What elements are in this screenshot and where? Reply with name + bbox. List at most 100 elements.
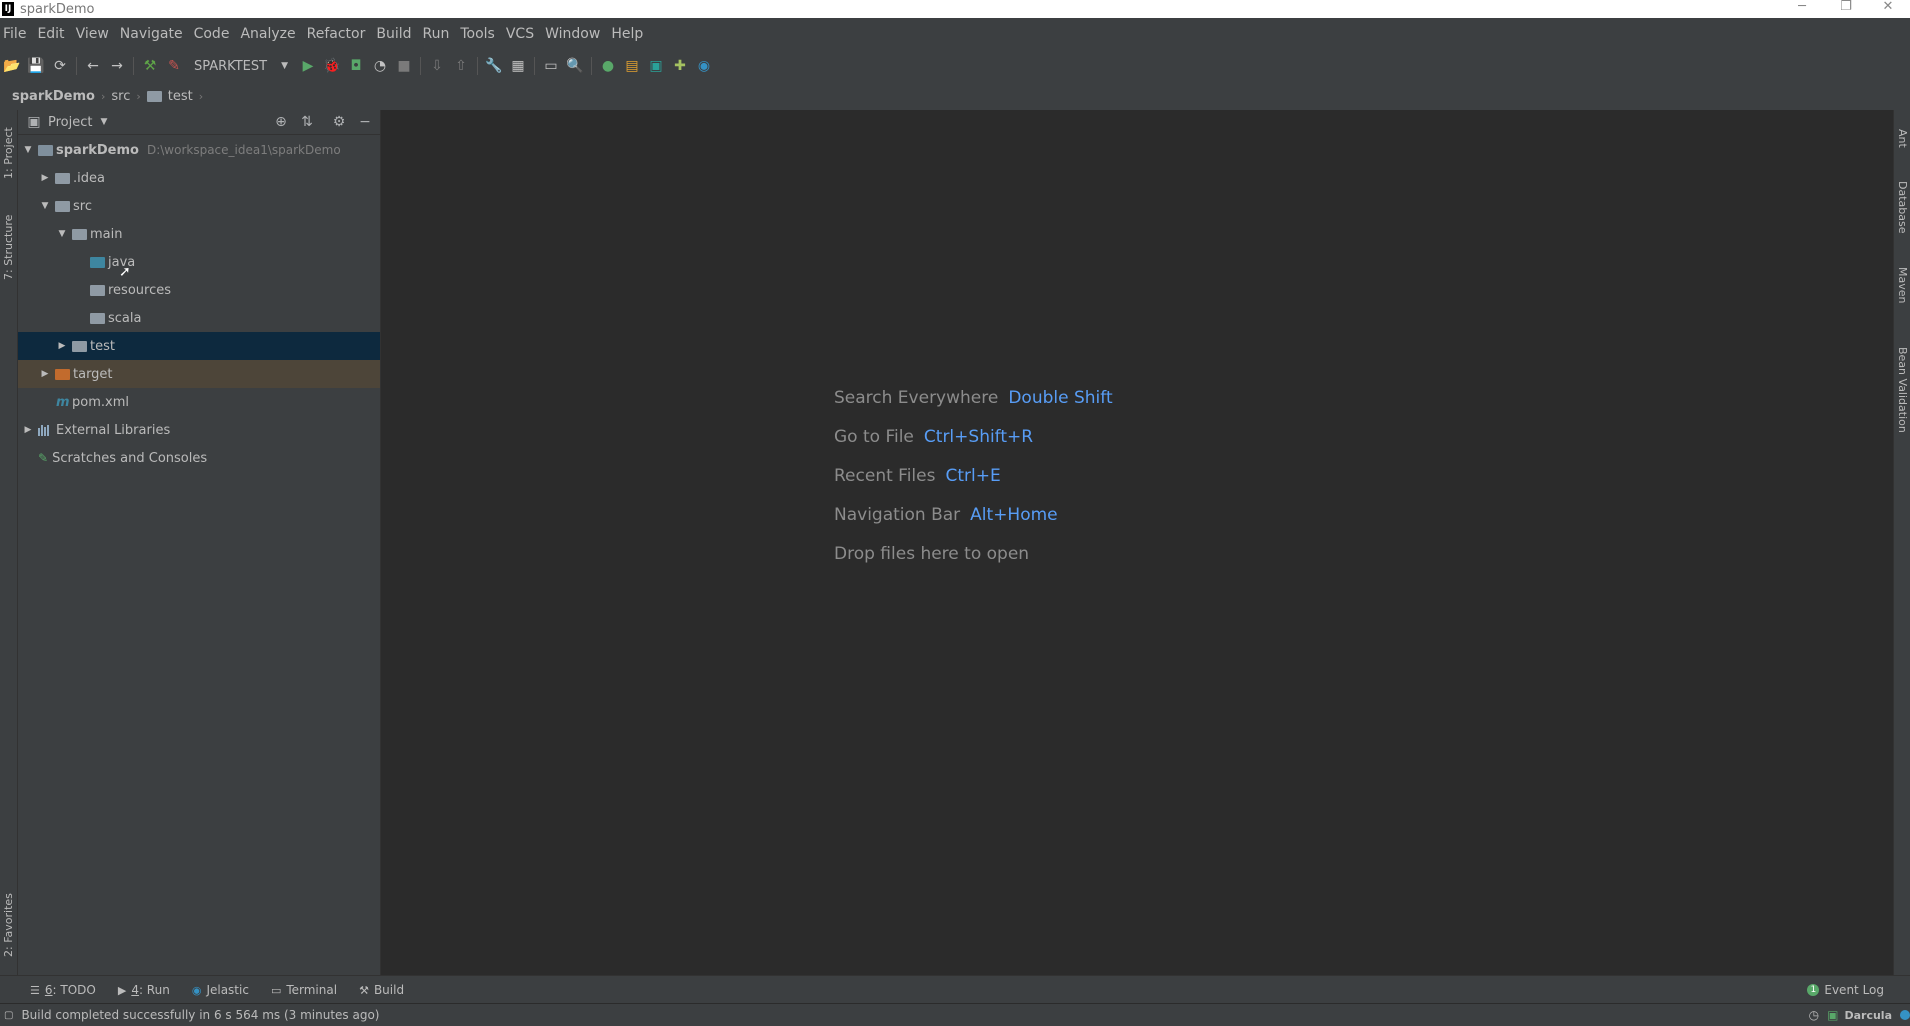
- breadcrumb-test[interactable]: test: [146, 89, 193, 104]
- menu-file[interactable]: File: [1, 26, 35, 42]
- tool-window-run[interactable]: ▶ 4: Run: [118, 983, 170, 997]
- menu-help[interactable]: Help: [610, 26, 652, 42]
- save-icon[interactable]: 💾: [24, 55, 48, 77]
- tool-window-terminal-label: Terminal: [286, 983, 338, 997]
- hint-go-to-file: Go to File Ctrl+Shift+R: [834, 417, 1113, 456]
- commit-icon[interactable]: ⇧: [449, 55, 473, 77]
- expanded-arrow-icon[interactable]: ▼: [22, 145, 34, 155]
- search-icon[interactable]: 🔍: [563, 55, 587, 77]
- collapse-all-icon[interactable]: ⇅: [299, 114, 315, 130]
- plugin-green-icon[interactable]: ●: [596, 55, 620, 77]
- edit-config-icon[interactable]: ✎: [162, 55, 186, 77]
- menu-code[interactable]: Code: [193, 26, 239, 42]
- update-project-icon[interactable]: ⇩: [425, 55, 449, 77]
- project-structure-icon[interactable]: ▦: [506, 55, 530, 77]
- tree-item-external-libraries-label: External Libraries: [56, 422, 171, 438]
- tab-favorites[interactable]: 2: Favorites: [0, 880, 17, 970]
- tree-item-scala[interactable]: scala: [18, 304, 380, 332]
- tree-item-pom[interactable]: m pom.xml: [18, 388, 380, 416]
- status-toggle-icon[interactable]: ▢: [4, 1010, 13, 1021]
- breadcrumb-project[interactable]: sparkDemo: [12, 89, 95, 104]
- tree-item-root[interactable]: ▼ sparkDemo D:\workspace_idea1\sparkDemo: [18, 136, 380, 164]
- open-folder-icon[interactable]: 📂: [0, 55, 24, 77]
- menu-bar: File Edit View Navigate Code Analyze Ref…: [0, 18, 1910, 50]
- back-icon[interactable]: ←: [81, 55, 105, 77]
- menu-run[interactable]: Run: [422, 26, 459, 42]
- menu-analyze[interactable]: Analyze: [239, 26, 304, 42]
- expanded-arrow-icon[interactable]: ▼: [39, 201, 51, 211]
- tool-window-event-log[interactable]: 1 Event Log: [1807, 983, 1884, 997]
- collapsed-arrow-icon[interactable]: ▶: [56, 341, 68, 351]
- tab-database-label: Database: [1896, 180, 1909, 234]
- clock-icon[interactable]: ◷: [1809, 1008, 1819, 1022]
- tree-item-idea[interactable]: ▶ .idea: [18, 164, 380, 192]
- tree-item-main[interactable]: ▼ main: [18, 220, 380, 248]
- menu-build[interactable]: Build: [375, 26, 420, 42]
- folder-icon: [90, 312, 105, 324]
- tool-window-todo[interactable]: ☰ 6: TODO: [30, 983, 96, 997]
- hint-label: Go to File: [834, 426, 914, 447]
- chevron-down-icon[interactable]: ▼: [100, 117, 107, 127]
- menu-refactor[interactable]: Refactor: [306, 26, 375, 42]
- tab-ant[interactable]: Ant: [1894, 116, 1910, 160]
- folder-icon: [72, 228, 87, 240]
- run-icon[interactable]: ▶: [296, 55, 320, 77]
- tree-item-external-libraries[interactable]: ▶ External Libraries: [18, 416, 380, 444]
- sync-icon[interactable]: ⟳: [48, 55, 72, 77]
- close-button[interactable]: ✕: [1866, 0, 1910, 18]
- restore-button[interactable]: ❐: [1824, 0, 1868, 18]
- tree-item-src[interactable]: ▼ src: [18, 192, 380, 220]
- tree-item-target[interactable]: ▶ target: [18, 360, 380, 388]
- puzzle-icon[interactable]: ✚: [668, 55, 692, 77]
- hide-panel-icon[interactable]: −: [357, 114, 373, 130]
- profile-icon[interactable]: ◔: [368, 55, 392, 77]
- jelastic-icon[interactable]: ◉: [692, 55, 716, 77]
- library-icon: [38, 424, 52, 436]
- tool-window-build[interactable]: ⚒ Build: [359, 983, 404, 997]
- terminal-window-icon[interactable]: ▭: [539, 55, 563, 77]
- gear-icon[interactable]: ⚙: [331, 114, 347, 130]
- stop-icon[interactable]: ■: [392, 55, 416, 77]
- plugin-grid-icon[interactable]: ▤: [620, 55, 644, 77]
- settings-wrench-icon[interactable]: 🔧: [482, 55, 506, 77]
- tab-maven[interactable]: Maven: [1894, 255, 1910, 315]
- tree-item-scratches[interactable]: ✎ Scratches and Consoles: [18, 444, 380, 472]
- menu-edit[interactable]: Edit: [36, 26, 73, 42]
- chevron-down-icon: ▼: [281, 61, 288, 71]
- tool-window-jelastic[interactable]: ◉ Jelastic: [192, 983, 249, 997]
- tab-database[interactable]: Database: [1894, 172, 1910, 242]
- tree-item-resources[interactable]: resources: [18, 276, 380, 304]
- plugin-teal-icon[interactable]: ▣: [644, 55, 668, 77]
- build-hammer-icon[interactable]: ⚒: [138, 55, 162, 77]
- menu-view[interactable]: View: [75, 26, 118, 42]
- tab-bean-validation[interactable]: Bean Validation: [1894, 332, 1910, 447]
- coverage-icon[interactable]: ◘: [344, 55, 368, 77]
- tool-window-terminal[interactable]: ▭ Terminal: [271, 983, 337, 997]
- editor-area[interactable]: Search Everywhere Double Shift Go to Fil…: [381, 110, 1893, 975]
- run-configuration-select[interactable]: SPARKTEST ▼: [186, 55, 296, 77]
- forward-icon[interactable]: →: [105, 55, 129, 77]
- toolbar-separator: [590, 57, 592, 75]
- collapsed-arrow-icon[interactable]: ▶: [39, 173, 51, 183]
- notification-icon[interactable]: [1900, 1010, 1910, 1020]
- collapsed-arrow-icon[interactable]: ▶: [39, 369, 51, 379]
- tree-item-test[interactable]: ▶ test: [18, 332, 380, 360]
- menu-window[interactable]: Window: [544, 26, 609, 42]
- tab-project[interactable]: 1: Project: [0, 114, 17, 192]
- breadcrumb-src[interactable]: src: [111, 89, 130, 104]
- menu-vcs[interactable]: VCS: [505, 26, 543, 42]
- expanded-arrow-icon[interactable]: ▼: [56, 229, 68, 239]
- theme-label[interactable]: Darcula: [1844, 1009, 1892, 1022]
- source-folder-icon: [90, 256, 105, 268]
- folder-icon: [72, 340, 87, 352]
- tree-item-idea-label: .idea: [73, 170, 105, 186]
- tree-item-java[interactable]: java ➚: [18, 248, 380, 280]
- menu-tools[interactable]: Tools: [459, 26, 504, 42]
- project-view-select[interactable]: Project: [48, 115, 92, 130]
- tab-structure[interactable]: 7: Structure: [0, 202, 17, 292]
- locate-file-icon[interactable]: ⊕: [273, 114, 289, 130]
- menu-navigate[interactable]: Navigate: [119, 26, 192, 42]
- minimize-button[interactable]: ─: [1780, 0, 1824, 18]
- collapsed-arrow-icon[interactable]: ▶: [22, 425, 34, 435]
- debug-icon[interactable]: 🐞: [320, 55, 344, 77]
